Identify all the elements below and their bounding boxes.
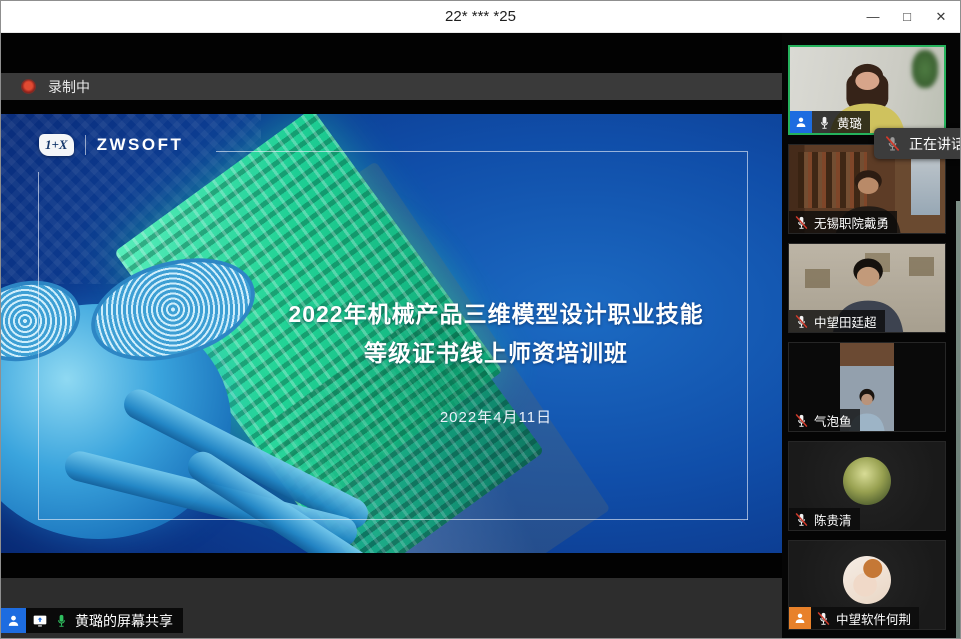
logo-separator <box>85 135 86 155</box>
share-banner-label: 黄璐的屏幕共享 <box>75 611 173 631</box>
participant-tile[interactable]: 陈贵清 <box>788 441 946 531</box>
slide-title-block: 2022年机械产品三维模型设计职业技能 等级证书线上师资培训班 2022年4月1… <box>251 295 741 427</box>
participant-mic-icon <box>794 512 809 527</box>
participant-tile[interactable]: 黄璐 <box>788 45 946 135</box>
meeting-main: 录制中 <box>1 33 960 638</box>
participant-tile[interactable]: 气泡鱼 <box>788 342 946 432</box>
participant-namebar: 气泡鱼 <box>789 409 860 431</box>
recording-label: 录制中 <box>48 77 90 97</box>
1x-certificate-logo: 1+X <box>39 134 74 156</box>
share-banner: 黄璐的屏幕共享 <box>1 608 183 633</box>
recording-dot-icon <box>22 80 35 93</box>
participant-mic-icon <box>817 115 832 130</box>
window-titlebar: 22* *** *25 — □ ✕ <box>1 1 960 33</box>
speaking-tooltip-label: 正在讲话 <box>909 134 960 154</box>
recording-bar: 录制中 <box>1 73 784 100</box>
window-controls: — □ ✕ <box>856 1 958 33</box>
participant-mic-icon <box>794 314 809 329</box>
participant-name: 无锡职院戴勇 <box>814 213 889 232</box>
slide-frame-line <box>216 151 747 152</box>
slide-date: 2022年4月11日 <box>251 406 741 427</box>
slide-frame-line <box>38 172 39 519</box>
mic-on-icon <box>54 613 69 628</box>
participant-name: 中望田廷超 <box>814 312 877 331</box>
participant-avatar <box>843 556 891 604</box>
maximize-icon: □ <box>903 9 911 24</box>
slide-title-line2: 等级证书线上师资培训班 <box>251 334 741 373</box>
participant-name: 黄璐 <box>837 113 862 132</box>
slide-frame-line <box>747 151 748 520</box>
window-edge-sliver <box>956 201 960 639</box>
participant-mic-icon <box>816 611 831 626</box>
slide-logo-row: 1+X ZWSOFT <box>39 134 183 156</box>
speaking-tooltip: 正在讲话 <box>874 128 960 159</box>
close-button[interactable]: ✕ <box>924 1 958 33</box>
participant-badge-icon <box>789 607 811 629</box>
participant-badge-icon <box>790 111 812 133</box>
participant-namebar: 黄璐 <box>790 111 870 133</box>
participants-sidebar: 黄璐 无锡职院戴勇 中望田廷超 气泡鱼 陈贵清 <box>782 33 960 639</box>
slide-title-line1: 2022年机械产品三维模型设计职业技能 <box>251 295 741 334</box>
window-title: 22* *** *25 <box>1 8 960 25</box>
zwsoft-logo: ZWSOFT <box>97 135 184 155</box>
participant-namebar: 无锡职院戴勇 <box>789 211 897 233</box>
presentation-slide: 1+X ZWSOFT 2022年机械产品三维模型设计职业技能 等级证书线上师资培… <box>1 114 782 553</box>
mic-muted-icon <box>884 135 901 152</box>
participant-tile[interactable]: 中望田廷超 <box>788 243 946 333</box>
presenter-badge-icon <box>1 608 26 633</box>
share-banner-body: 黄璐的屏幕共享 <box>26 608 183 633</box>
screen-share-area: 录制中 <box>1 33 784 639</box>
minimize-button[interactable]: — <box>856 1 890 33</box>
participant-mic-icon <box>794 215 809 230</box>
minimize-icon: — <box>867 9 880 24</box>
screen-share-icon <box>32 613 48 629</box>
participant-name: 陈贵清 <box>814 510 852 529</box>
participant-namebar: 中望软件何荆 <box>789 607 919 629</box>
participant-namebar: 中望田廷超 <box>789 310 885 332</box>
participant-mic-icon <box>794 413 809 428</box>
participant-namebar: 陈贵清 <box>789 508 860 530</box>
participant-tile[interactable]: 中望软件何荆 <box>788 540 946 630</box>
participant-name: 中望软件何荆 <box>836 609 911 628</box>
close-icon: ✕ <box>936 9 947 24</box>
participant-avatar <box>843 457 891 505</box>
participant-name: 气泡鱼 <box>814 411 852 430</box>
meeting-window: 22* *** *25 — □ ✕ 录制中 <box>0 0 961 639</box>
maximize-button[interactable]: □ <box>890 1 924 33</box>
slide-frame-line <box>38 519 748 520</box>
